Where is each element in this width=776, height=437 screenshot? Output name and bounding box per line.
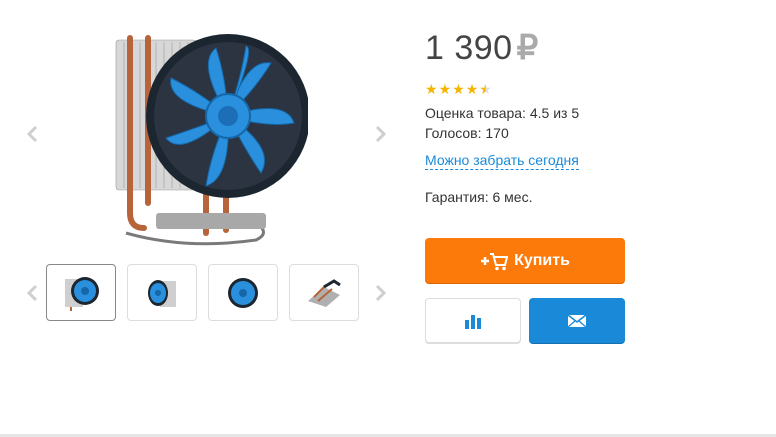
send-email-button[interactable] [529,298,625,343]
product-price: 1 390 ₽ [425,28,539,68]
envelope-icon [567,313,587,327]
price-value: 1 390 [425,29,513,67]
rating-text: Оценка товара: 4.5 из 5 [425,105,580,121]
product-gallery [0,0,410,437]
bar-chart-icon [465,314,481,329]
currency-symbol: ₽ [516,29,539,67]
cooler-angle-icon [148,279,176,307]
votes-text: Голосов: 170 [425,125,509,141]
buy-button-label: Купить [514,251,570,269]
thumbnail-3[interactable] [208,264,278,321]
star-icon: ★ [452,81,465,97]
thumbnail-2[interactable] [127,264,197,321]
add-to-cart-icon [481,252,509,270]
gallery-prev-arrow-icon[interactable] [22,122,42,146]
rating-stars: ★ ★ ★ ★ ★ [425,82,492,96]
warranty-text: Гарантия: 6 мес. [425,189,533,205]
star-icon: ★ [465,81,479,97]
cooler-fan-icon [228,277,258,308]
star-icon: ★ [425,81,438,97]
buy-button[interactable]: Купить [425,238,625,283]
cooler-front-icon [65,276,99,311]
product-main-image[interactable] [96,18,308,250]
thumbs-prev-arrow-icon[interactable] [22,281,42,305]
pickup-today-link[interactable]: Можно забрать сегодня [425,152,579,170]
thumbnail-strip [46,264,359,321]
compare-button[interactable] [425,298,521,343]
cooler-heatsink-icon [308,278,341,307]
thumbnail-1[interactable] [46,264,116,321]
thumbs-next-arrow-icon[interactable] [371,281,391,305]
thumbnail-4[interactable] [289,264,359,321]
gallery-next-arrow-icon[interactable] [371,122,391,146]
star-icon: ★ [438,81,452,97]
half-star-icon: ★ [479,81,492,97]
